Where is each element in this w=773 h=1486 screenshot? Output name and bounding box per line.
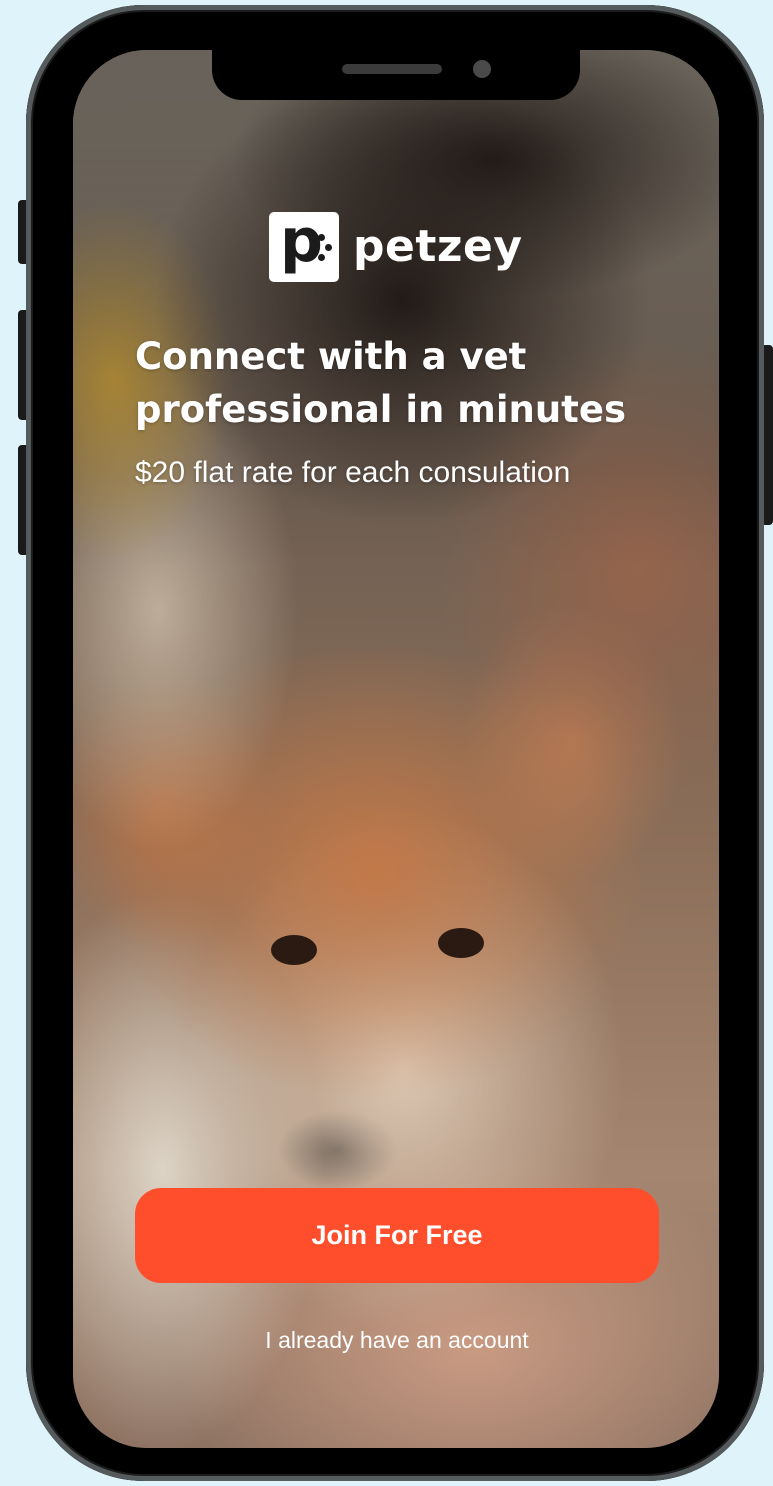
hero-headline: Connect with a vet professional in minut… xyxy=(135,335,626,431)
phone-notch xyxy=(212,48,580,100)
join-for-free-button[interactable]: Join For Free xyxy=(135,1188,659,1283)
brand-name: petzey xyxy=(353,221,523,272)
petzey-logo-icon: p xyxy=(269,206,339,282)
logo-letter: p xyxy=(280,206,323,276)
speaker-grille xyxy=(342,64,442,74)
dog-eye-left xyxy=(271,935,317,965)
front-camera xyxy=(473,60,491,78)
page-background: p petzey Connect with a vet professional… xyxy=(0,0,773,1486)
dog-eye-right xyxy=(438,928,484,958)
hero-subheadline: $20 flat rate for each consulation xyxy=(135,456,571,489)
existing-account-link[interactable]: I already have an account xyxy=(135,1320,659,1360)
brand-logo: p petzey xyxy=(269,206,523,282)
